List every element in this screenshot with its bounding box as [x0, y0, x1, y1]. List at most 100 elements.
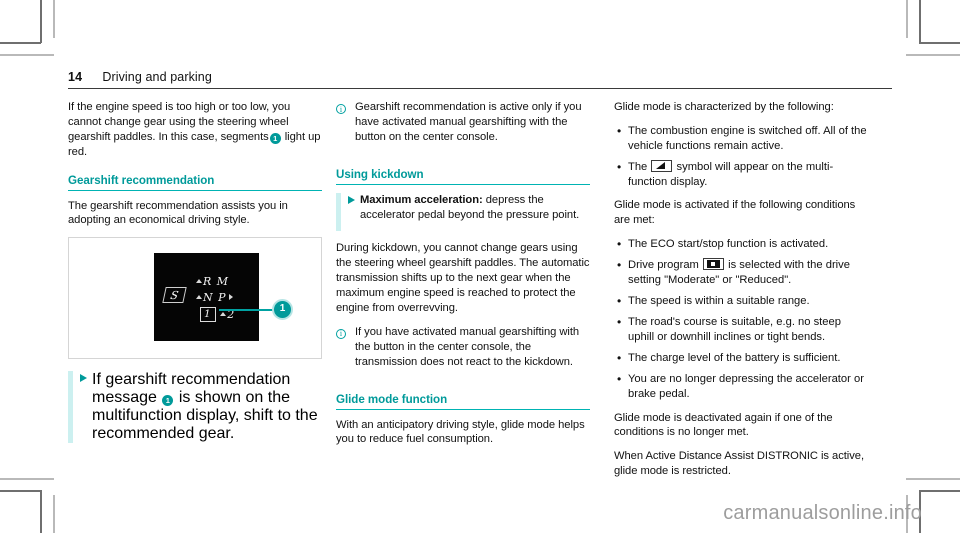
action-step-shift-to-recommended-gear: If gearshift recommendation message 1 is… — [68, 371, 322, 444]
callout-1-inline-icon-2: 1 — [162, 395, 174, 407]
triangle-icon — [80, 374, 87, 383]
crop-mark-top-left-vertical-outer — [53, 0, 55, 38]
figure-callout-1: 1 — [272, 299, 293, 321]
list-item-text: You are no longer depressing the acceler… — [628, 372, 864, 400]
bullet-dot-icon: • — [617, 371, 622, 386]
list-item-text: The speed is within a suitable range. — [628, 295, 810, 308]
crop-mark-top-left-vertical — [40, 0, 42, 43]
column-middle: Gearshift recommendation is active only … — [336, 100, 590, 456]
info-icon-wrapper — [336, 100, 351, 154]
callout-1-inline-icon: 1 — [269, 132, 281, 144]
step-bold-label: Maximum acceleration: — [360, 193, 483, 206]
list-item: • You are no longer depressing the accel… — [614, 372, 868, 402]
figure-gearshift-display: S R M N P 1 2 1 — [68, 237, 322, 360]
list-item-text: The charge level of the battery is suffi… — [628, 351, 841, 364]
multifunction-display-screen: S R M N P 1 2 — [154, 253, 259, 342]
note-manual-gearshifting-kickdown: If you have activated manual gearshiftin… — [336, 325, 590, 379]
crop-mark-top-right-vertical — [919, 0, 921, 43]
intro-paragraph: If the engine speed is too high or too l… — [68, 100, 322, 160]
step-body: If gearshift recommendation message 1 is… — [92, 371, 322, 443]
list-item-text: The road's course is suitable, e.g. no s… — [628, 316, 841, 343]
page-columns: If the engine speed is too high or too l… — [68, 100, 892, 477]
step-accent-bar — [68, 371, 73, 444]
intro-paragraph-text: If the engine speed is too high or too l… — [68, 101, 291, 143]
list-item-text-with-symbol: The symbol will appear on the multi-func… — [628, 159, 868, 190]
chapter-title: Driving and parking — [102, 70, 212, 84]
bullet-dot-icon: • — [617, 123, 622, 138]
step-accent-bar-2 — [336, 192, 341, 232]
s-mode-label: S — [169, 289, 180, 303]
manual-page: 14 Driving and parking If the engine spe… — [0, 0, 960, 533]
action-step-maximum-acceleration: Maximum acceleration: depress the accele… — [336, 192, 590, 232]
list-item: • The speed is within a suitable range. — [614, 294, 868, 309]
bullet-dot-icon: • — [617, 350, 622, 365]
bullet-dot-icon: • — [617, 159, 622, 174]
crop-mark-top-right-horizontal-outer — [906, 54, 960, 56]
list-item: • The symbol will appear on the multi-fu… — [614, 159, 868, 190]
step-triangle-bullet-2 — [348, 193, 360, 232]
note-gearshift-recommendation-active: Gearshift recommendation is active only … — [336, 100, 590, 154]
info-icon-wrapper-2 — [336, 325, 351, 379]
glide-mode-characteristics-list: • The combustion engine is switched off.… — [614, 124, 868, 190]
note-body-2: If you have activated manual gearshiftin… — [355, 325, 580, 368]
glide-mode-conditions-list: • The ECO start/stop function is activat… — [614, 237, 868, 401]
glide-mode-symbol-icon — [651, 159, 673, 172]
step-body-2: Maximum acceleration: depress the accele… — [360, 193, 590, 223]
gear-row-rm-label: R M — [203, 275, 230, 289]
glide-mode-conditions-lead: Glide mode is activated if the following… — [614, 199, 856, 227]
section-heading-glide-mode-function: Glide mode function — [336, 393, 590, 410]
glide-mode-paragraph: With an anticipatory driving style, glid… — [336, 418, 585, 446]
s-mode-indicator: S — [162, 287, 187, 304]
gearshift-recommendation-paragraph: The gearshift recommendation assists you… — [68, 199, 288, 227]
column-right: Glide mode is characterized by the follo… — [614, 100, 868, 488]
crop-mark-top-left-horizontal-outer — [0, 54, 54, 56]
list-item-text: The combustion engine is switched off. A… — [628, 124, 867, 152]
list-item: • Drive program is selected with the dri… — [614, 258, 868, 288]
info-icon — [336, 104, 346, 116]
list-item: • The combustion engine is switched off.… — [614, 124, 868, 154]
selection-arrow-icon — [228, 294, 233, 301]
bullet-dot-icon: • — [617, 315, 622, 330]
crop-mark-bottom-left-horizontal-outer — [0, 478, 54, 480]
current-gear-box: 1 — [200, 307, 216, 323]
kickdown-paragraph: During kickdown, you cannot change gears… — [336, 242, 590, 315]
crop-mark-top-right-horizontal — [919, 42, 960, 44]
gear-row-np: N P — [196, 291, 233, 304]
note-body: Gearshift recommendation is active only … — [355, 101, 582, 143]
gear-row-np-label: N P — [203, 291, 227, 305]
watermark: carmanualsonline.info — [723, 502, 922, 524]
column-left: If the engine speed is too high or too l… — [68, 100, 322, 453]
section-heading-gearshift-recommendation: Gearshift recommendation — [68, 174, 322, 191]
page-number: 14 — [68, 70, 83, 84]
list-item-text-before: Drive program — [628, 259, 699, 272]
step-triangle-bullet — [80, 371, 92, 443]
glide-mode-characterized-lead: Glide mode is characterized by the follo… — [614, 101, 834, 113]
up-tick-icon-2 — [196, 295, 202, 300]
gear-row-rm: R M — [196, 275, 229, 288]
list-item-text: The ECO start/stop function is activated… — [628, 238, 829, 251]
crop-mark-top-left-horizontal — [0, 42, 41, 44]
bullet-dot-icon: • — [617, 237, 622, 252]
bullet-dot-icon: • — [617, 294, 622, 309]
triangle-icon-2 — [348, 195, 355, 204]
info-icon-2 — [336, 328, 346, 340]
crop-mark-bottom-left-vertical — [40, 490, 42, 533]
up-tick-icon — [196, 279, 202, 284]
distronic-restriction-paragraph: When Active Distance Assist DISTRONIC is… — [614, 450, 865, 478]
crop-mark-bottom-right-horizontal-outer — [906, 478, 960, 480]
list-item-text-before: The — [628, 160, 648, 173]
glide-mode-deactivation-paragraph: Glide mode is deactivated again if one o… — [614, 411, 833, 439]
drive-program-symbol-icon — [702, 258, 724, 271]
list-item: • The ECO start/stop function is activat… — [614, 237, 868, 252]
crop-mark-top-right-vertical-outer — [906, 0, 908, 38]
page-header: 14 Driving and parking — [68, 70, 892, 89]
crop-mark-bottom-left-vertical-outer — [53, 495, 55, 533]
list-item: • The road's course is suitable, e.g. no… — [614, 315, 868, 345]
upshift-tick-icon — [220, 312, 227, 317]
bullet-dot-icon: • — [617, 258, 622, 273]
mfd-content: S R M N P 1 2 — [154, 253, 259, 341]
callout-leader-line — [219, 309, 277, 312]
list-item: • The charge level of the battery is suf… — [614, 351, 868, 366]
crop-mark-bottom-right-horizontal — [919, 490, 960, 492]
list-item-text-with-symbol: Drive program is selected with the drive… — [628, 258, 868, 288]
